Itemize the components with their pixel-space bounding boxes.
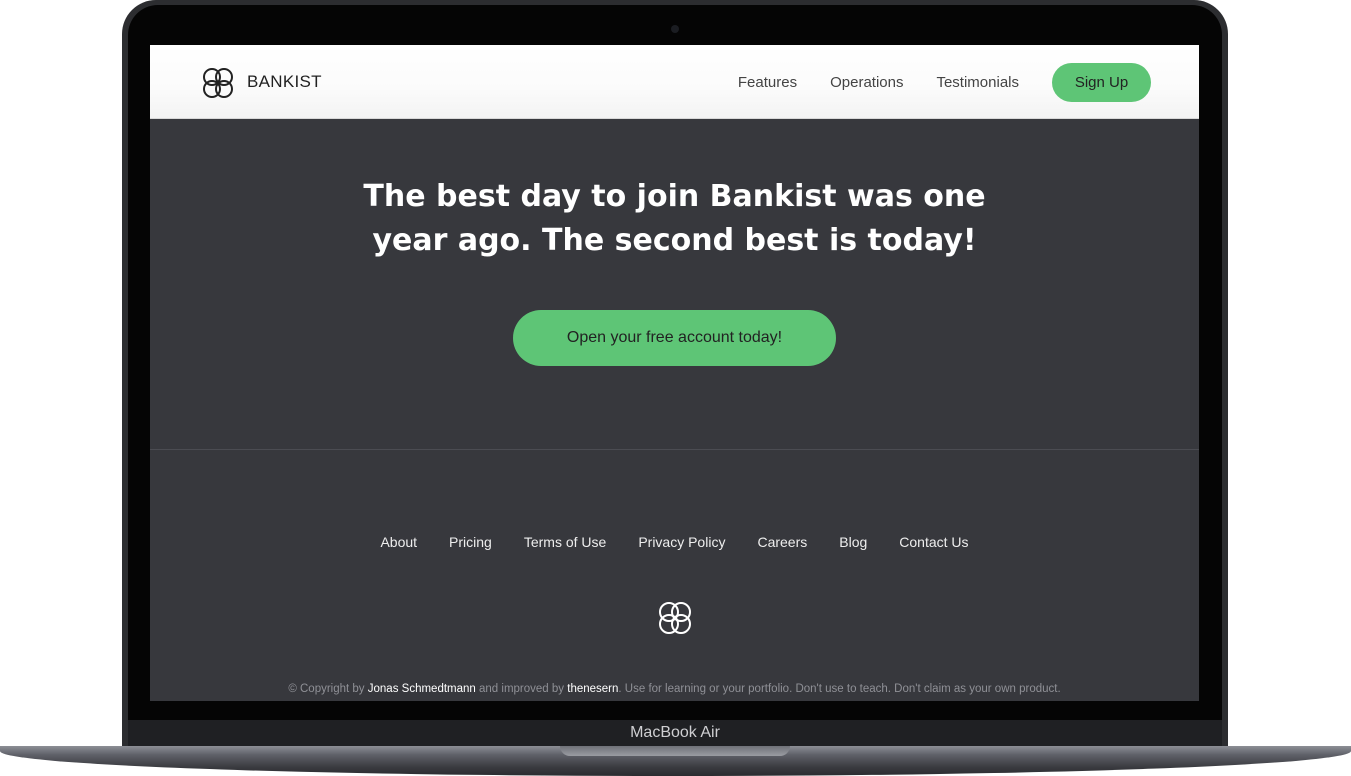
camera-icon (671, 25, 679, 33)
footer-link-contact[interactable]: Contact Us (899, 534, 968, 550)
hero-headline-line-2: year ago. The second best is today! (372, 223, 977, 258)
copyright-text: © Copyright by Jonas Schmedtmann and imp… (150, 683, 1199, 695)
bankist-logo-icon[interactable] (198, 65, 238, 101)
footer-link-privacy[interactable]: Privacy Policy (638, 534, 725, 550)
author-link[interactable]: Jonas Schmedtmann (368, 683, 476, 695)
footer-link-about[interactable]: About (380, 534, 417, 550)
footer-link-careers[interactable]: Careers (757, 534, 807, 550)
nav-link-testimonials[interactable]: Testimonials (936, 74, 1019, 91)
nav-links: Features Operations Testimonials Sign Up (705, 45, 1151, 119)
footer-link-terms[interactable]: Terms of Use (524, 534, 606, 550)
hero-headline-line-1: The best day to join Bankist was one (363, 179, 986, 214)
footer-logo-icon (659, 602, 691, 634)
logo-text: BANKIST (247, 72, 322, 91)
nav-link-operations[interactable]: Operations (830, 74, 903, 91)
nav-link-features[interactable]: Features (738, 74, 797, 91)
improver-link[interactable]: thenesern (567, 683, 618, 695)
open-account-button[interactable]: Open your free account today! (513, 310, 836, 366)
copyright-prefix: © Copyright by (288, 683, 365, 695)
hero-headline: The best day to join Bankist was one yea… (150, 175, 1199, 263)
screen: BANKIST Features Operations Testimonials… (150, 45, 1199, 701)
copyright-suffix: . Use for learning or your portfolio. Do… (618, 683, 1061, 695)
section-divider (150, 449, 1199, 450)
laptop-notch (560, 746, 790, 756)
sign-up-button[interactable]: Sign Up (1052, 62, 1151, 102)
footer-link-pricing[interactable]: Pricing (449, 534, 492, 550)
footer-link-blog[interactable]: Blog (839, 534, 867, 550)
footer-nav: About Pricing Terms of Use Privacy Polic… (150, 534, 1199, 550)
device-label: MacBook Air (630, 724, 720, 741)
copyright-middle: and improved by (479, 683, 565, 695)
navbar: BANKIST Features Operations Testimonials… (150, 45, 1199, 119)
